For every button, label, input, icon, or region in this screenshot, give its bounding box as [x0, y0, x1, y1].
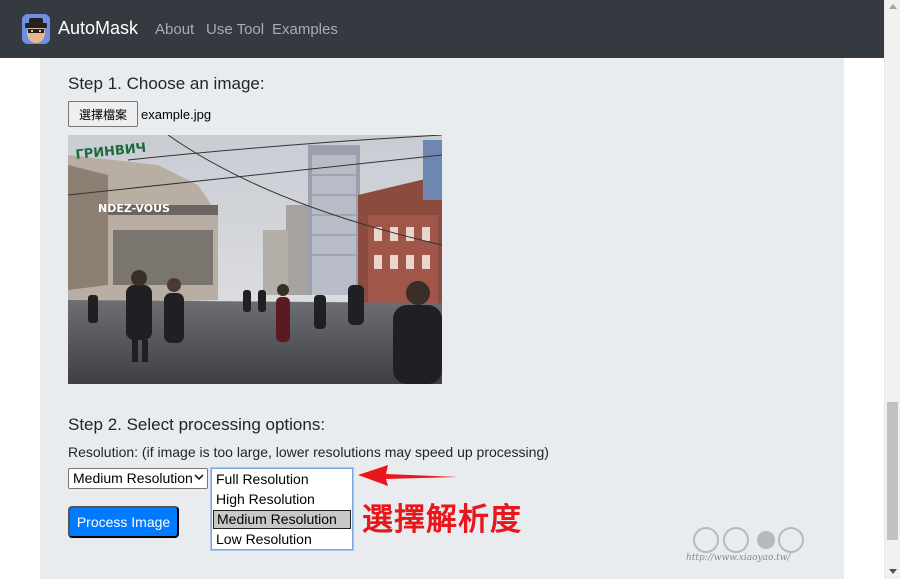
nav-link-examples[interactable]: Examples: [272, 21, 338, 38]
resolution-select[interactable]: Medium Resolution: [68, 468, 208, 489]
resolution-label: Resolution: (if image is too large, lowe…: [68, 444, 549, 460]
option-low-resolution[interactable]: Low Resolution: [213, 530, 351, 549]
process-image-button[interactable]: Process Image: [68, 506, 179, 538]
option-high-resolution[interactable]: High Resolution: [213, 490, 351, 509]
annotation-text: 選擇解析度: [362, 502, 522, 538]
nav-link-use-tool[interactable]: Use Tool: [206, 21, 264, 38]
option-full-resolution[interactable]: Full Resolution: [213, 470, 351, 489]
scroll-thumb[interactable]: [887, 402, 898, 540]
step1-heading: Step 1. Choose an image:: [68, 74, 265, 93]
resolution-select-value: Medium Resolution: [73, 470, 193, 486]
chevron-down-icon: [194, 474, 204, 481]
preview-image: ГРИНВИЧ NDEZ-VOUS: [68, 135, 442, 384]
navbar: AutoMask About Use Tool Examples: [0, 0, 884, 58]
scroll-down-arrow-icon[interactable]: [889, 569, 897, 574]
brand-logo-icon[interactable]: [22, 14, 50, 44]
chosen-file-name: example.jpg: [141, 107, 212, 122]
page-scrollbar[interactable]: [884, 0, 900, 579]
scroll-up-arrow-icon[interactable]: [889, 4, 897, 9]
resolution-dropdown-list: Full Resolution High Resolution Medium R…: [211, 468, 353, 550]
red-arrow-icon: [358, 465, 458, 486]
step2-heading: Step 2. Select processing options:: [68, 415, 326, 434]
watermark-url: http://www.xiaoyao.tw/: [686, 553, 791, 563]
nav-link-about[interactable]: About: [155, 21, 194, 38]
brand-name-link[interactable]: AutoMask: [58, 18, 138, 39]
option-medium-resolution[interactable]: Medium Resolution: [213, 510, 351, 529]
mall-sign-text: NDEZ-VOUS: [98, 202, 170, 215]
choose-file-button[interactable]: 選擇檔案: [68, 101, 138, 127]
